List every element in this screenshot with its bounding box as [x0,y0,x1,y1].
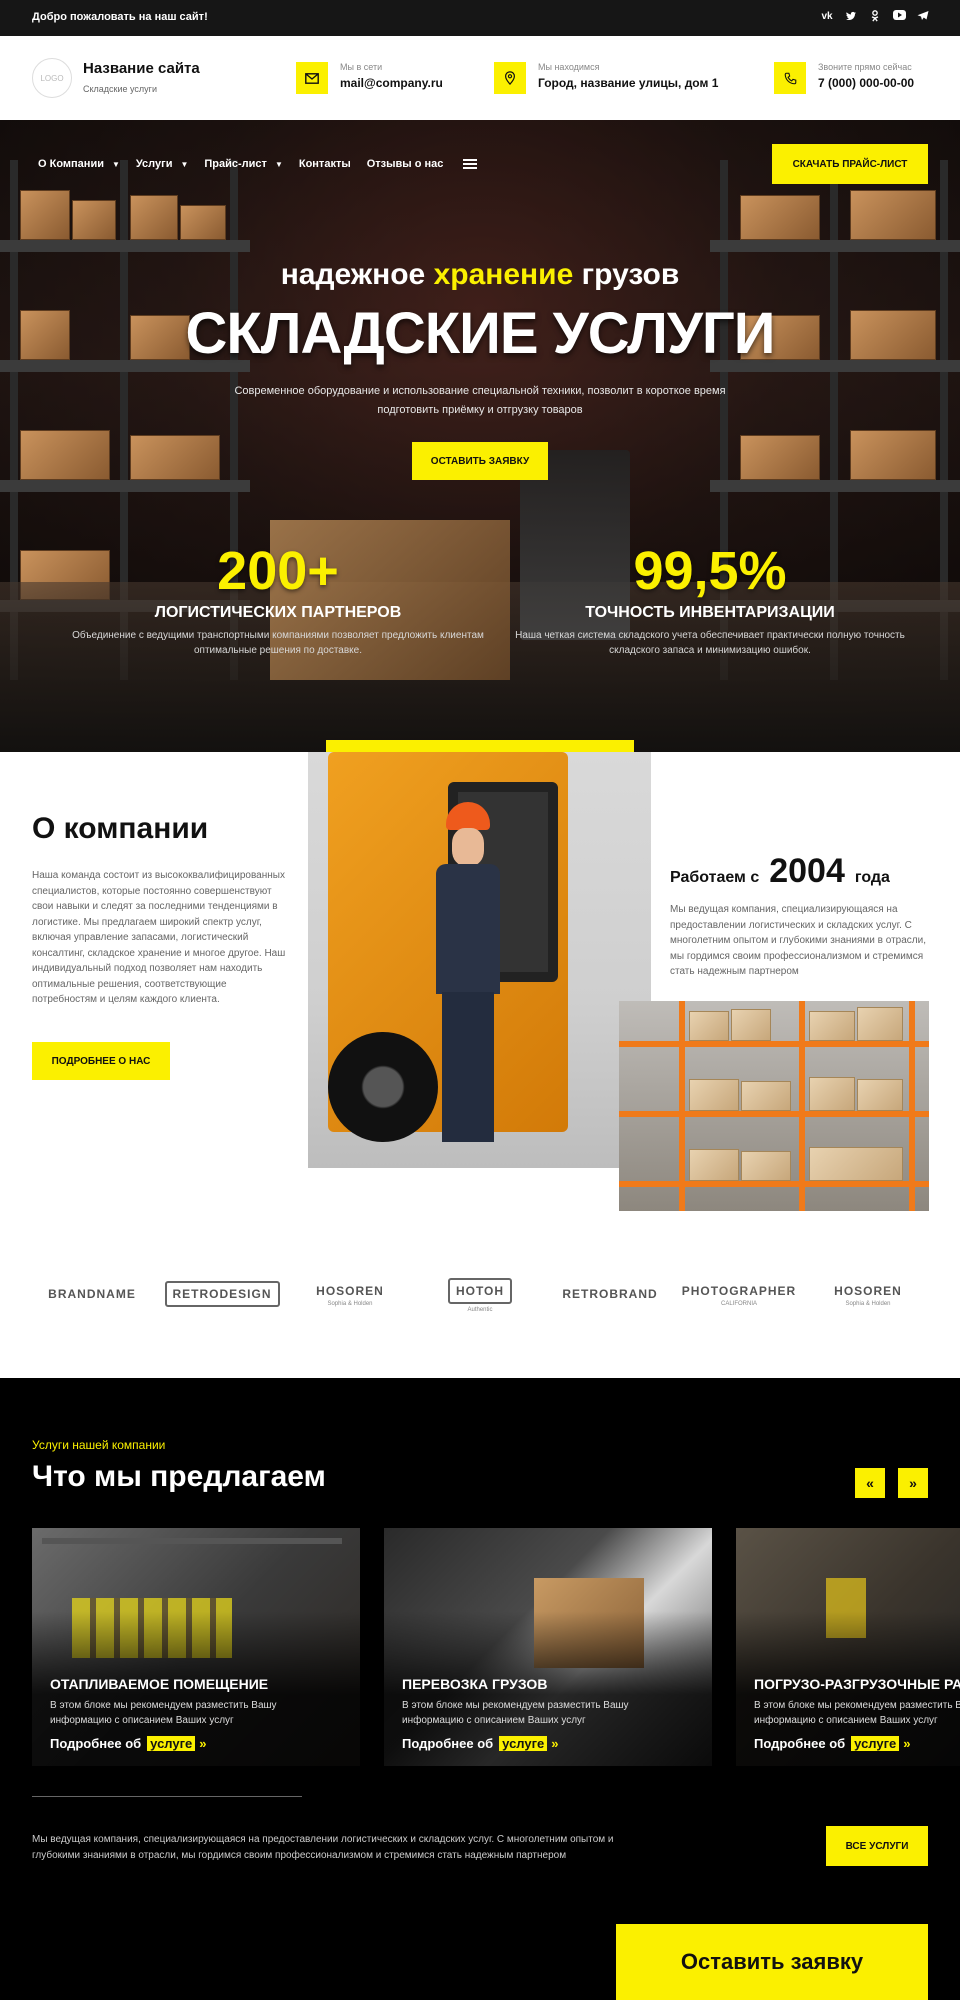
download-pricelist-button[interactable]: Скачать прайс-лист [772,144,928,184]
stat-number: 99,5% [633,541,787,601]
hero-section: О Компании ▼ Услуги ▼ Прайс-лист ▼ Контакты… [0,120,960,752]
service-card-more-link[interactable]: Подробнее об услуге» [402,1736,559,1751]
services-description: Мы ведущая компания, специализирующаяся … [32,1834,614,1861]
service-card-text: В этом блоке мы рекомендуем разместить В… [754,1700,960,1726]
service-card[interactable]: ПЕРЕВОЗКА ГРУЗОВ В этом блоке мы рекомен… [384,1528,712,1766]
service-card-text: В этом блоке мы рекомендуем разместить В… [50,1700,277,1726]
email-link[interactable]: mail@company.ru [340,76,443,90]
order-button[interactable]: Оставить заявку [616,1924,928,2000]
stat-text: Объединение с ведущими транспортными ком… [72,630,484,656]
services-section: Услуги нашей компании Что мы предлагаем … [0,1378,960,2000]
address-label: Мы находимся [538,62,600,72]
all-services-button[interactable]: Все услуги [826,1826,928,1866]
social-links: vk [820,10,930,24]
location-icon [494,62,526,94]
youtube-icon[interactable] [892,10,906,24]
services-title: Что мы предлагаем [32,1460,326,1493]
stat-text: Наша четкая система складского учета обе… [515,630,905,656]
nav-item-reviews[interactable]: Отзывы о нас [367,158,444,170]
stat-label: ЛОГИСТИЧЕСКИХ ПАРТНЕРОВ [154,604,402,621]
worker-forklift-image [308,752,651,1168]
address-text: Город, название улицы, дом 1 [538,76,719,90]
service-card-title: ПЕРЕВОЗКА ГРУЗОВ [402,1676,548,1692]
stat-number: 200+ [217,541,339,601]
since-year: 2004 [769,852,845,890]
email-label: Мы в сети [340,62,383,72]
services-kicker: Услуги нашей компании [32,1438,166,1452]
stat-partners: 200+ ЛОГИСТИЧЕСКИХ ПАРТНЕРОВ Объединение… [68,540,488,658]
brand-logo: RETROBRAND [562,1286,658,1301]
hero-title: СКЛАДСКИЕ УСЛУГИ [185,301,776,366]
email-icon [296,62,328,94]
site-header: LOGO Название сайта Складские услуги Мы … [0,36,960,120]
service-card-more-link[interactable]: Подробнее об услуге» [50,1736,207,1751]
stat-accuracy: 99,5% ТОЧНОСТЬ ИНВЕНТАРИЗАЦИИ Наша четка… [500,540,920,658]
menu-icon[interactable] [463,159,478,169]
accent-bar [326,740,634,752]
vk-icon[interactable]: vk [820,10,834,24]
nav-item-pricelist[interactable]: Прайс-лист ▼ [204,158,282,170]
service-card-title: ПОГРУЗО-РАЗГРУЗОЧНЫЕ РА [754,1676,960,1692]
since-text: Мы ведущая компания, специализирующаяся … [670,904,926,977]
top-bar: Добро пожаловать на наш сайт! vk [0,0,960,36]
main-nav: О Компании ▼ Услуги ▼ Прайс-лист ▼ Контакты… [38,158,478,170]
nav-item-contacts[interactable]: Контакты [299,158,351,170]
service-card-more-link[interactable]: Подробнее об услуге» [754,1736,911,1751]
chevron-down-icon: ▼ [111,159,120,169]
next-arrow-button[interactable]: » [898,1468,928,1498]
service-card[interactable]: ОТАПЛИВАЕМОЕ ПОМЕЩЕНИЕ В этом блоке мы р… [32,1528,360,1766]
brand-logo: HOSOREN Sophia & Holden [316,1283,384,1307]
nav-item-services[interactable]: Услуги ▼ [136,158,189,170]
about-title: О компании [32,812,209,845]
telegram-icon[interactable] [916,10,930,24]
brand-logo: BRANDNAME [48,1286,136,1301]
site-subtitle: Складские услуги [83,84,157,94]
hero-subtitle: надежное хранение грузов [280,258,680,291]
phone-icon [774,62,806,94]
prev-arrow-button[interactable]: « [855,1468,885,1498]
odnoklassniki-icon[interactable] [868,10,882,24]
site-name: Название сайта [83,60,200,77]
brand-logo: PHOTOGRAPHER CALIFORNIA [681,1283,797,1307]
service-card-text: В этом блоке мы рекомендуем разместить В… [402,1700,629,1726]
chevron-down-icon: ▼ [274,159,283,169]
about-text: Наша команда состоит из высококвалифицир… [32,870,286,1005]
about-more-button[interactable]: Подробнее о нас [32,1042,170,1080]
brand-logo: HOTOH Authentic [440,1270,520,1320]
site-logo[interactable]: LOGO [32,58,72,98]
chevron-down-icon: ▼ [180,159,189,169]
divider [32,1796,302,1797]
brand-logo: HOSOREN Sophia & Holden [834,1283,902,1307]
welcome-text: Добро пожаловать на наш сайт! [32,11,208,23]
warehouse-shelves-image [619,1001,929,1211]
service-card[interactable]: ПОГРУЗО-РАЗГРУЗОЧНЫЕ РА В этом блоке мы … [736,1528,960,1766]
brand-logo: RETRODESIGN [164,1270,280,1320]
phone-link[interactable]: 7 (000) 000-00-00 [818,76,914,90]
service-card-title: ОТАПЛИВАЕМОЕ ПОМЕЩЕНИЕ [50,1676,269,1692]
stat-label: ТОЧНОСТЬ ИНВЕНТАРИЗАЦИИ [585,604,835,621]
hero-description: Современное оборудование и использование… [234,385,726,416]
phone-label: Звоните прямо сейчас [818,62,912,72]
leave-request-button[interactable]: Оставить заявку [412,442,548,480]
nav-item-about[interactable]: О Компании ▼ [38,158,120,170]
twitter-icon[interactable] [844,10,858,24]
since-heading: Работаем с 2004 года [670,852,890,890]
